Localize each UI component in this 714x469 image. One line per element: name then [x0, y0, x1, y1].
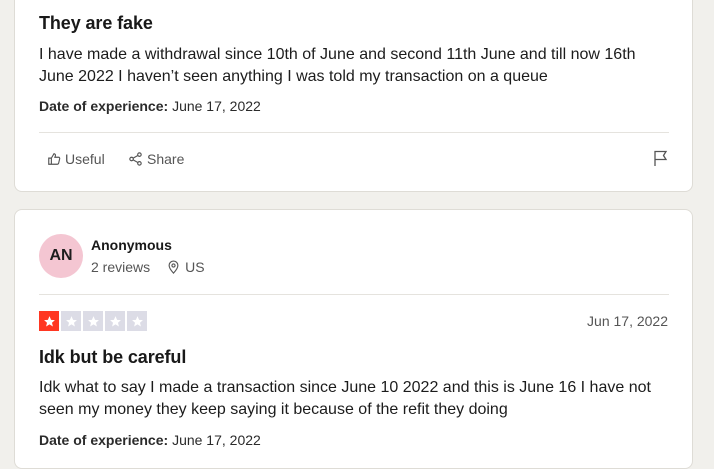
- reviewer-review-count: 2 reviews: [91, 259, 151, 275]
- reviewer-name[interactable]: Anonymous: [91, 237, 172, 253]
- review-title[interactable]: Idk but be careful: [39, 347, 186, 368]
- useful-label: Useful: [65, 151, 105, 167]
- divider: [39, 132, 669, 133]
- share-label: Share: [147, 151, 185, 167]
- review-body: I have made a withdrawal since 10th of J…: [39, 46, 636, 85]
- share-icon: [129, 152, 142, 166]
- date-of-experience-value: June 17, 2022: [172, 432, 261, 448]
- reviewer-meta: 2 reviews US: [91, 259, 205, 275]
- review-title[interactable]: They are fake: [39, 13, 153, 34]
- star-icon: [105, 311, 125, 331]
- flag-icon: [654, 150, 668, 166]
- thumbs-up-icon: [48, 153, 61, 165]
- date-of-experience: Date of experience: June 17, 2022: [39, 432, 261, 448]
- review-date: Jun 17, 2022: [587, 313, 668, 329]
- reviewer-location: US: [167, 259, 205, 275]
- review-body: Idk what to say I made a transaction sin…: [39, 379, 651, 418]
- star-icon: [127, 311, 147, 331]
- star-icon: [39, 311, 59, 331]
- share-button[interactable]: Share: [128, 151, 184, 167]
- avatar[interactable]: AN: [39, 234, 83, 278]
- useful-button[interactable]: Useful: [47, 151, 105, 167]
- review-card: AN Anonymous 2 reviews US Jun 17, 2022 I…: [14, 209, 693, 469]
- star-rating: [39, 311, 147, 331]
- divider: [39, 294, 669, 295]
- reviewer-country: US: [185, 259, 205, 275]
- date-of-experience-label: Date of experience:: [39, 98, 169, 114]
- star-icon: [83, 311, 103, 331]
- report-flag-button[interactable]: [653, 150, 669, 172]
- date-of-experience-value: June 17, 2022: [172, 98, 261, 114]
- location-pin-icon: [168, 260, 179, 274]
- date-of-experience: Date of experience: June 17, 2022: [39, 98, 261, 114]
- date-of-experience-label: Date of experience:: [39, 432, 169, 448]
- review-card: They are fake I have made a withdrawal s…: [14, 0, 693, 192]
- star-icon: [61, 311, 81, 331]
